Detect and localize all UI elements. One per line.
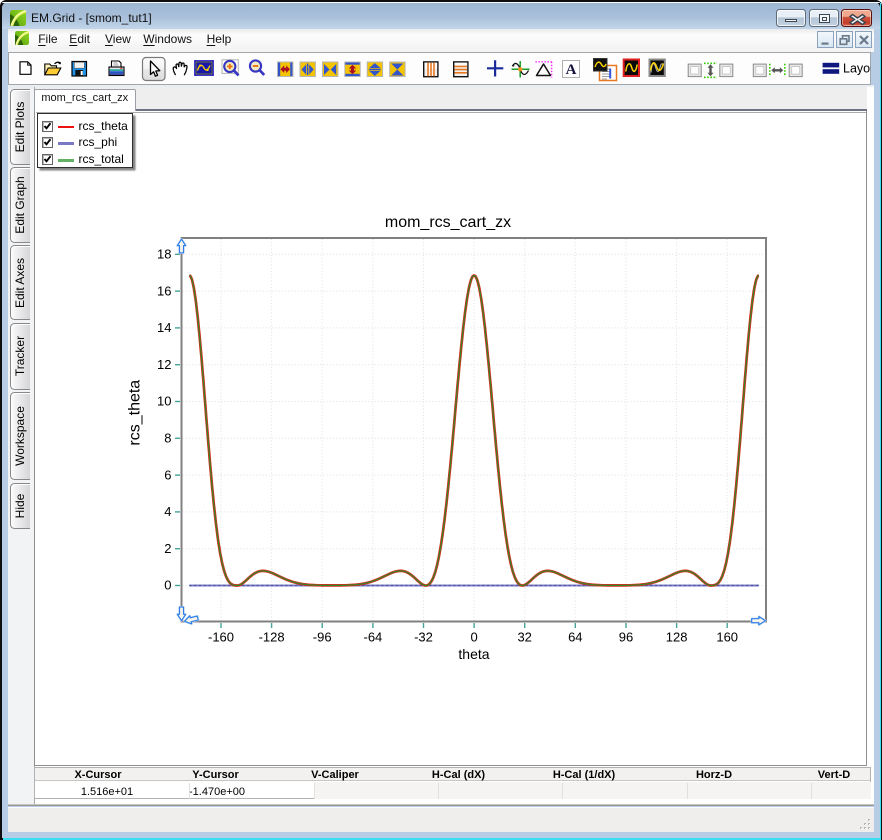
svg-text:14: 14 bbox=[157, 320, 171, 335]
svg-text:18: 18 bbox=[157, 247, 171, 262]
svg-text:mom_rcs_cart_zx: mom_rcs_cart_zx bbox=[385, 214, 511, 231]
svg-text:rcs_theta: rcs_theta bbox=[127, 380, 144, 446]
svg-text:32: 32 bbox=[517, 630, 531, 645]
svg-text:8: 8 bbox=[164, 431, 171, 446]
svg-text:10: 10 bbox=[157, 394, 171, 409]
svg-text:-64: -64 bbox=[364, 630, 383, 645]
svg-text:16: 16 bbox=[157, 283, 171, 298]
svg-text:A: A bbox=[566, 62, 577, 78]
svg-text:96: 96 bbox=[619, 630, 633, 645]
svg-text:2: 2 bbox=[164, 541, 171, 556]
svg-text:-128: -128 bbox=[259, 630, 285, 645]
svg-text:12: 12 bbox=[157, 357, 171, 372]
svg-text:128: 128 bbox=[666, 630, 688, 645]
svg-text:theta: theta bbox=[458, 646, 489, 662]
svg-text:-32: -32 bbox=[414, 630, 433, 645]
svg-text:Layout: Layout bbox=[843, 62, 881, 76]
svg-text:64: 64 bbox=[568, 630, 582, 645]
svg-text:4: 4 bbox=[164, 504, 171, 519]
svg-text:0: 0 bbox=[470, 630, 477, 645]
svg-text:-160: -160 bbox=[208, 630, 234, 645]
svg-text:0: 0 bbox=[164, 578, 171, 593]
svg-text:-96: -96 bbox=[313, 630, 332, 645]
svg-text:160: 160 bbox=[716, 630, 738, 645]
svg-text:6: 6 bbox=[164, 467, 171, 482]
